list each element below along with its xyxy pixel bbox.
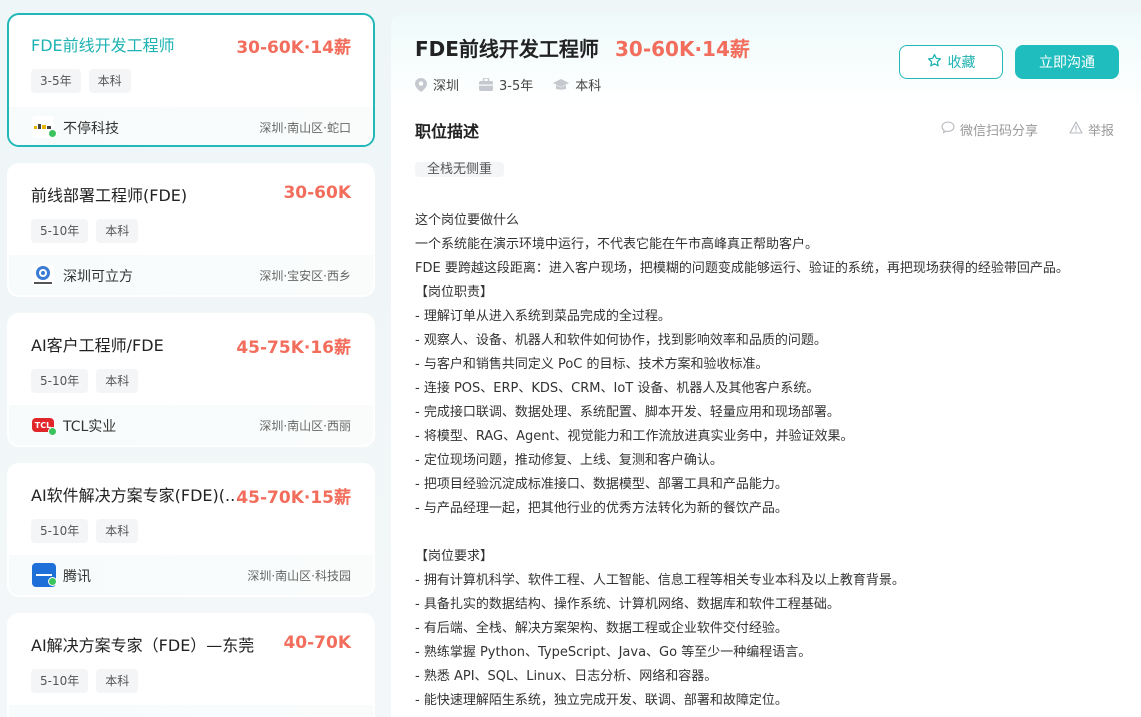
chat-bubble-icon xyxy=(941,121,955,138)
detail-education-text: 本科 xyxy=(575,79,602,94)
section-title: 职位描述 xyxy=(415,122,480,141)
wechat-share-label: 微信扫码分享 xyxy=(960,124,1039,139)
wechat-share-button[interactable]: 微信扫码分享 xyxy=(941,120,1038,139)
job-card[interactable]: 前线部署工程师(FDE) 30-60K 5-10年 本科 深圳可立方 深圳·宝安… xyxy=(7,163,375,297)
skill-tag-wrap: 全栈无侧重 xyxy=(415,156,505,184)
detail-city: 深圳 xyxy=(415,75,459,94)
description-line: - 观察人、设备、机器人和软件如何协作，找到影响效率和品质的问题。 xyxy=(415,333,827,348)
description-line: 这个岗位要做什么 xyxy=(415,213,520,228)
description-line: - 有后端、全栈、解决方案架构、数据工程或企业软件交付经验。 xyxy=(415,621,788,636)
description-line: FDE 要跨越这段距离：进入客户现场，把模糊的问题变成能够运行、验证的系统，再把… xyxy=(415,261,1069,276)
description-line: 【岗位要求】 xyxy=(415,549,494,564)
star-icon xyxy=(927,53,942,72)
job-location: 深圳·宝安区·西乡 xyxy=(259,269,351,283)
description-line: - 能快速理解陌生系统，独立完成开发、联调、部署和故障定位。 xyxy=(415,693,788,708)
company-name: 深圳可立方 xyxy=(63,269,133,285)
job-card-footer: 腾讯 深圳·南山区·科技园 xyxy=(9,555,373,595)
description-line: 一个系统能在演示环境中运行，不代表它能在午市高峰真正帮助客户。 xyxy=(415,237,819,252)
description-line: - 具备扎实的数据结构、操作系统、计算机网络、数据库和软件工程基础。 xyxy=(415,597,840,612)
experience-tag: 5-10年 xyxy=(31,669,89,693)
education-tag: 本科 xyxy=(96,669,139,693)
description-line: - 连接 POS、ERP、KDS、CRM、IoT 设备、机器人及其他客户系统。 xyxy=(415,381,820,396)
description-line: - 熟悉 API、SQL、Linux、日志分析、网络和容器。 xyxy=(415,669,718,684)
online-status-dot xyxy=(48,427,57,436)
experience-tag: 5-10年 xyxy=(31,369,89,393)
job-tags: 5-10年 本科 xyxy=(31,669,139,693)
skill-tag: 全栈无侧重 xyxy=(415,162,505,177)
job-location: 深圳·南山区·蛇口 xyxy=(259,121,351,135)
job-card[interactable]: AI客户工程师/FDE 45-75K·16薪 5-10年 本科 TCL TCL实… xyxy=(7,313,375,447)
chat-now-button[interactable]: 立即沟通 xyxy=(1015,45,1119,79)
favorite-button[interactable]: 收藏 xyxy=(899,45,1003,79)
description-line: 【岗位职责】 xyxy=(415,285,494,300)
job-tags: 5-10年 本科 xyxy=(31,219,139,243)
chat-now-button-label: 立即沟通 xyxy=(1039,55,1095,71)
job-title: AI软件解决方案专家(FDE)(... xyxy=(31,486,241,505)
education-tag: 本科 xyxy=(96,219,139,243)
job-salary: 30-60K·14薪 xyxy=(236,38,351,58)
description-line: - 拥有计算机科学、软件工程、人工智能、信息工程等相关专业本科及以上教育背景。 xyxy=(415,573,905,588)
experience-tag: 5-10年 xyxy=(31,519,89,543)
report-label: 举报 xyxy=(1088,124,1115,139)
description-line: - 完成接口联调、数据处理、系统配置、脚本开发、轻量应用和现场部署。 xyxy=(415,405,840,420)
company-name: TCL实业 xyxy=(63,419,117,435)
job-title: AI客户工程师/FDE xyxy=(31,336,164,355)
detail-title: FDE前线开发工程师 xyxy=(415,37,599,61)
description-line: - 理解订单从进入系统到菜品完成的全过程。 xyxy=(415,309,671,324)
warning-icon xyxy=(1069,121,1083,138)
job-title: FDE前线开发工程师 xyxy=(31,36,175,55)
briefcase-icon xyxy=(479,78,494,91)
job-card-footer: 不停科技 深圳·南山区·蛇口 xyxy=(9,107,373,145)
job-salary: 45-75K·16薪 xyxy=(236,338,351,358)
favorite-button-label: 收藏 xyxy=(947,55,976,71)
job-card[interactable]: AI软件解决方案专家(FDE)(... 45-70K·15薪 5-10年 本科 … xyxy=(7,463,375,597)
job-card-footer: 深圳可立方 深圳·宝安区·西乡 xyxy=(9,255,373,295)
description-line: - 熟练掌握 Python、TypeScript、Java、Go 等至少一种编程… xyxy=(415,645,812,660)
company-name: 腾讯 xyxy=(63,569,91,585)
job-card[interactable]: FDE前线开发工程师 30-60K·14薪 3-5年 本科 不停科技 深圳·南山… xyxy=(7,13,375,147)
report-button[interactable]: 举报 xyxy=(1069,120,1114,139)
job-detail-panel: FDE前线开发工程师 30-60K·14薪 深圳 3-5年 本科 收藏 立即沟通… xyxy=(391,13,1141,717)
detail-experience-text: 3-5年 xyxy=(499,79,534,94)
education-tag: 本科 xyxy=(96,519,139,543)
job-salary: 30-60K xyxy=(283,183,351,203)
company-logo xyxy=(32,264,54,286)
job-tags: 5-10年 本科 xyxy=(31,519,139,543)
job-list: FDE前线开发工程师 30-60K·14薪 3-5年 本科 不停科技 深圳·南山… xyxy=(7,13,375,717)
company-name: 不停科技 xyxy=(63,121,119,137)
detail-salary: 30-60K·14薪 xyxy=(615,37,750,61)
detail-meta: 深圳 3-5年 本科 xyxy=(415,75,601,94)
job-location: 深圳·南山区·科技园 xyxy=(247,569,351,583)
job-location: 深圳·南山区·西丽 xyxy=(259,419,351,433)
job-title: 前线部署工程师(FDE) xyxy=(31,186,188,205)
description-line: - 与客户和销售共同定义 PoC 的目标、技术方案和验收标准。 xyxy=(415,357,769,372)
graduation-cap-icon xyxy=(553,78,570,91)
job-salary: 40-70K xyxy=(283,633,351,653)
experience-tag: 3-5年 xyxy=(31,69,81,93)
location-pin-icon xyxy=(415,77,427,92)
detail-education: 本科 xyxy=(553,75,601,94)
description-line: - 与产品经理一起，把其他行业的优秀方法转化为新的餐饮产品。 xyxy=(415,501,788,516)
education-tag: 本科 xyxy=(88,69,131,93)
job-tags: 3-5年 本科 xyxy=(31,69,131,93)
job-title: AI解决方案专家（FDE）—东莞 xyxy=(31,636,255,655)
online-status-dot xyxy=(48,129,57,138)
job-card-footer xyxy=(9,705,373,717)
job-salary: 45-70K·15薪 xyxy=(236,488,351,508)
job-card-footer: TCL TCL实业 深圳·南山区·西丽 xyxy=(9,405,373,445)
detail-city-text: 深圳 xyxy=(433,79,460,94)
experience-tag: 5-10年 xyxy=(31,219,89,243)
job-card[interactable]: AI解决方案专家（FDE）—东莞 40-70K 5-10年 本科 xyxy=(7,613,375,717)
education-tag: 本科 xyxy=(96,369,139,393)
description-line: - 定位现场问题，推动修复、上线、复测和客户确认。 xyxy=(415,453,723,468)
job-tags: 5-10年 本科 xyxy=(31,369,139,393)
description-line: - 将模型、RAG、Agent、视觉能力和工作流放进真实业务中，并验证效果。 xyxy=(415,429,854,444)
description-line: - 把项目经验沉淀成标准接口、数据模型、部署工具和产品能力。 xyxy=(415,477,788,492)
job-description: 这个岗位要做什么 一个系统能在演示环境中运行，不代表它能在午市高峰真正帮助客户。… xyxy=(415,209,1121,713)
detail-experience: 3-5年 xyxy=(479,75,533,94)
online-status-dot xyxy=(48,577,57,586)
description-line xyxy=(415,521,1121,545)
